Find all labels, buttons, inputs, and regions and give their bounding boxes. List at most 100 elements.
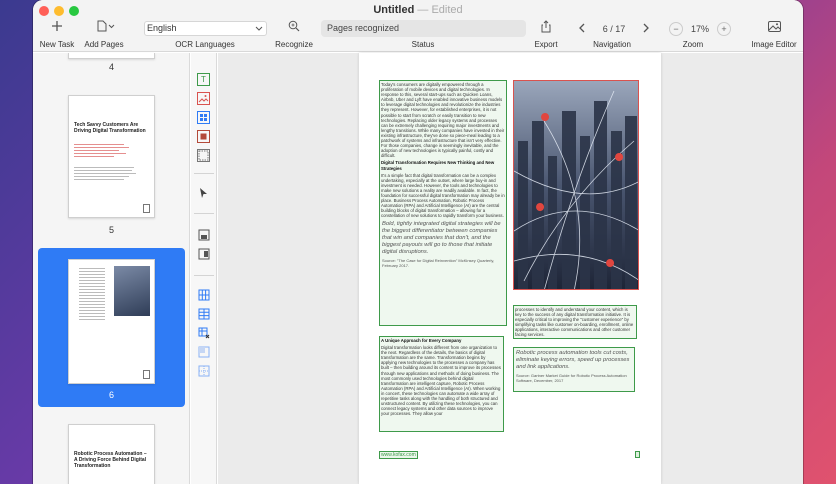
table-area-tool[interactable] [197,111,210,124]
ocr-language-select[interactable]: English [144,21,267,36]
page-thumbnail[interactable]: Robotic Process Automation – A Driving F… [68,424,155,484]
merge-cells-tool[interactable] [197,346,210,359]
zoom-control: − 17% + [669,20,731,37]
toolbar: Untitled — Edited New Task Add Pages Eng… [33,0,803,52]
document-icon [96,18,116,34]
select-area-icon [198,150,209,161]
export-label: Export [534,40,558,49]
new-task-label: New Task [39,40,75,49]
document-icon [143,204,150,213]
zoom-out-button[interactable]: − [669,21,683,36]
column-separator-icon [198,289,209,301]
row-separator-icon [198,308,209,320]
remove-area-icon [198,248,209,260]
image-icon [767,18,781,34]
share-icon [540,18,552,34]
document-page: Today's consumers are digitally empowere… [359,53,661,484]
page-quote: Robotic process automation tools cut cos… [516,350,630,370]
merge-cells-icon [198,346,209,358]
remove-area-tool[interactable] [197,248,210,261]
thumbnail-title: Robotic Process Automation – A Driving F… [74,451,147,469]
zoom-label: Zoom [682,40,704,49]
page-paragraph: Digital transformation looks different f… [381,345,501,417]
delete-separator-tool[interactable] [197,327,210,340]
cursor-icon [200,188,207,198]
text-area-region[interactable]: processes to identify and understand you… [513,305,637,339]
document-icon [143,370,150,379]
split-cells-icon [198,365,209,377]
page-number: 4 [108,62,114,72]
footer-url: www.kofax.com [379,451,418,459]
navigation-label: Navigation [593,40,631,49]
recognize-icon [288,18,300,34]
split-cells-tool[interactable] [197,365,210,378]
previous-page-button[interactable] [575,22,589,36]
export-button[interactable] [539,18,553,34]
add-pages-label: Add Pages [84,40,124,49]
table-area-icon [200,114,207,121]
text-area-region[interactable]: Robotic process automation tools cut cos… [513,347,635,392]
add-area-tool[interactable] [197,229,210,242]
image-editor-label: Image Editor [751,40,797,49]
thumbnail-image [114,266,150,316]
text-area-region[interactable]: A Unique Approach for Every Company Digi… [379,336,504,432]
select-area-tool[interactable] [197,149,210,162]
footer-page-number [635,451,640,458]
status-label: Status [411,40,435,49]
page-thumbnail-selected[interactable] [68,259,155,384]
recognize-label: Recognize [275,40,313,49]
recognize-button[interactable] [287,18,301,34]
picture-area-region[interactable] [513,80,639,290]
plus-icon [51,18,63,34]
insert-row-separator-tool[interactable] [197,308,210,321]
page-paragraph: It's a simple fact that digital transfor… [381,172,505,219]
text-area-region[interactable]: Today's consumers are digitally empowere… [379,80,507,326]
page-heading: Digital Transformation Requires New Thin… [381,160,495,171]
page-thumbnail[interactable] [68,53,155,59]
navigation-control: 6 / 17 [575,20,653,37]
page-number: 6 [108,390,114,400]
zoom-in-button[interactable]: + [716,21,731,36]
page-thumbnail[interactable]: Tech Savvy Customers Are Driving Digital… [68,95,155,218]
tool-separator [194,275,214,276]
city-network-image [514,81,638,289]
background-picture-tool[interactable] [197,130,210,143]
background-picture-icon [200,133,207,140]
text-area-tool[interactable]: T [197,73,210,86]
picture-area-icon [198,95,209,103]
zoom-value: 17% [690,23,709,34]
page-paragraph: Today's consumers are digitally empowere… [381,82,505,159]
page-indicator: 6 / 17 [602,23,626,34]
tool-separator [194,213,214,214]
page-paragraph: processes to identify and understand you… [515,307,634,338]
ocr-languages-label: OCR Languages [175,40,235,49]
window-title: Untitled — Edited [373,4,463,16]
quote-source: Source: Gartner Market Guide for Robotic… [516,373,627,383]
recognition-area-tools: T [191,53,217,484]
thumbnail-title: Tech Savvy Customers Are Driving Digital… [74,122,146,134]
page-thumbnail-sidebar[interactable]: 4 Tech Savvy Customers Are Driving Digit… [33,53,190,484]
document-canvas[interactable]: Today's consumers are digitally empowere… [218,53,803,484]
ocr-language-value: English [147,23,177,33]
insert-column-separator-tool[interactable] [197,289,210,302]
page-quote: Bold, tightly integrated digital strateg… [382,221,501,256]
status-value: Pages recognized [327,23,400,33]
app-window: Untitled — Edited New Task Add Pages Eng… [33,0,803,484]
chevron-right-icon [643,23,649,32]
new-task-button[interactable] [50,18,64,34]
delete-separator-icon [198,327,209,339]
quote-source: Source: "The Case for Digital Reinventio… [382,258,495,269]
tool-separator [194,173,214,174]
page-heading: A Unique Approach for Every Company [381,338,462,343]
add-area-icon [198,229,209,241]
image-editor-button[interactable] [767,18,781,34]
page-number: 5 [108,225,114,235]
add-pages-button[interactable] [95,18,117,34]
next-page-button[interactable] [639,22,653,36]
status-field: Pages recognized [321,20,526,37]
chevron-left-icon [579,23,585,32]
pointer-tool[interactable] [197,187,210,200]
chevron-down-icon [255,22,263,39]
picture-area-tool[interactable] [197,92,210,105]
text-area-icon: T [201,75,206,84]
